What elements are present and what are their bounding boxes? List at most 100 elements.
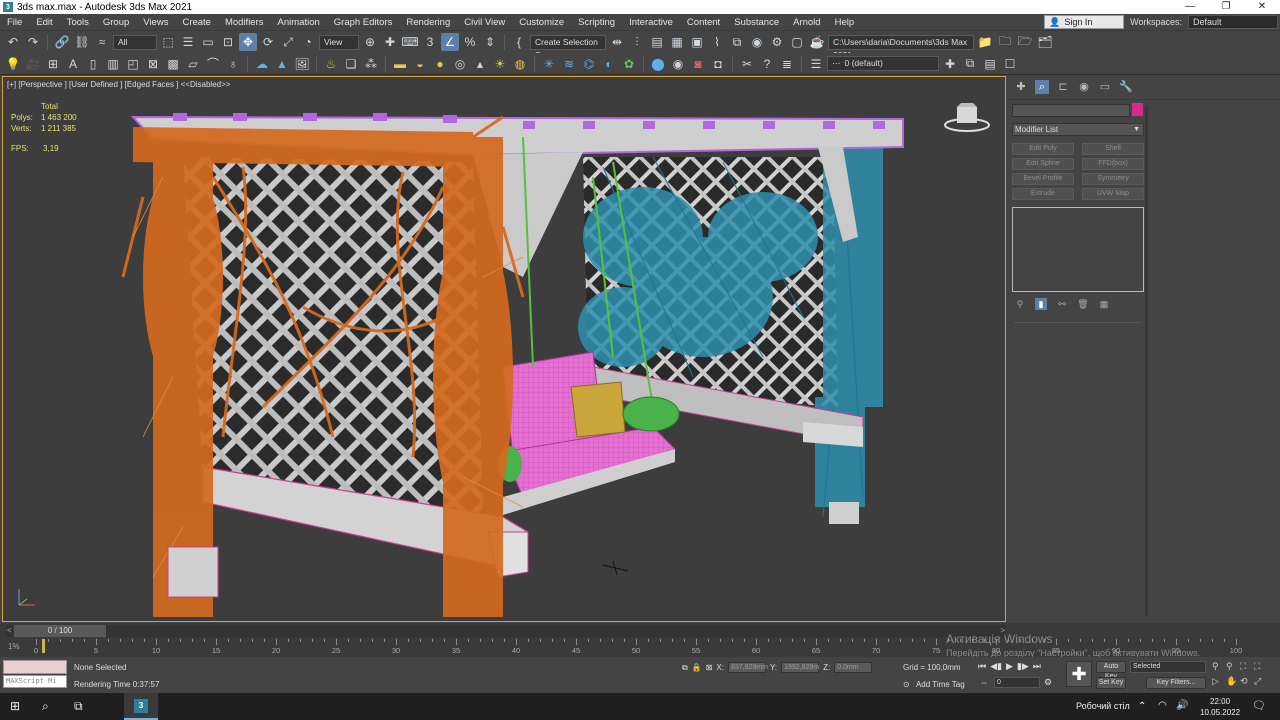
- layer-manager-icon[interactable]: ☰: [807, 55, 825, 73]
- dome-icon[interactable]: ◒: [411, 55, 429, 73]
- object-name-field[interactable]: [1012, 104, 1130, 117]
- box-icon[interactable]: ▥: [104, 55, 122, 73]
- orbit-icon[interactable]: ⟲: [1240, 676, 1254, 687]
- time-slider-prev[interactable]: <: [7, 625, 12, 637]
- render-production-icon[interactable]: ☕: [808, 33, 826, 51]
- particle-icon[interactable]: ✳: [540, 55, 558, 73]
- helper-grid-icon[interactable]: ⊞: [44, 55, 62, 73]
- network-icon[interactable]: ⌬: [580, 55, 598, 73]
- bone-icon[interactable]: ⌒: [204, 55, 222, 73]
- add-layer-icon[interactable]: ✚: [941, 55, 959, 73]
- snaps-3d-icon[interactable]: 3: [421, 33, 439, 51]
- page-icon[interactable]: ▯: [84, 55, 102, 73]
- key-filters-button[interactable]: Key Filters...: [1146, 677, 1206, 689]
- command-panel-scrollbar[interactable]: [1145, 106, 1148, 616]
- clone-icon[interactable]: ❏: [342, 55, 360, 73]
- object-color-swatch[interactable]: [1132, 103, 1143, 116]
- remove-modifier-icon[interactable]: 🗑: [1077, 298, 1089, 310]
- absolute-mode-icon[interactable]: ⊠: [706, 663, 713, 672]
- viewcube-icon[interactable]: [943, 101, 991, 133]
- menu-interactive[interactable]: Interactive: [622, 14, 680, 31]
- foliage-icon[interactable]: ✿: [620, 55, 638, 73]
- rotate-icon[interactable]: ⟳: [259, 33, 277, 51]
- image-icon[interactable]: 🖼: [293, 55, 311, 73]
- task-view-icon[interactable]: ⧉: [74, 699, 83, 714]
- help-icon[interactable]: ?: [758, 55, 776, 73]
- search-icon[interactable]: ⌕: [42, 699, 49, 714]
- teapot-icon[interactable]: ♨: [322, 55, 340, 73]
- time-configuration-icon[interactable]: ⚙: [1044, 677, 1052, 688]
- fluid-icon[interactable]: ≋: [560, 55, 578, 73]
- array-icon[interactable]: ⁂: [362, 55, 380, 73]
- layer-highlight-icon[interactable]: ☐: [1001, 55, 1019, 73]
- globe-icon[interactable]: ◐: [600, 55, 618, 73]
- menu-civil-view[interactable]: Civil View: [457, 14, 512, 31]
- sphere-icon[interactable]: ●: [431, 55, 449, 73]
- menu-rendering[interactable]: Rendering: [399, 14, 457, 31]
- create-tab-icon[interactable]: ✚: [1014, 80, 1028, 94]
- plane-icon[interactable]: ▬: [391, 55, 409, 73]
- lock-icon[interactable]: 🔒: [692, 663, 702, 672]
- menu-help[interactable]: Help: [828, 14, 862, 31]
- add-time-tag[interactable]: ⊙ Add Time Tag: [903, 680, 965, 689]
- make-unique-icon[interactable]: ⚯: [1056, 298, 1068, 310]
- unlink-icon[interactable]: ⛓: [73, 33, 91, 51]
- bind-space-warp-icon[interactable]: ≈: [93, 33, 111, 51]
- menu-views[interactable]: Views: [136, 14, 175, 31]
- chevron-up-icon[interactable]: ⌃: [1138, 701, 1146, 712]
- spinner-snap-icon[interactable]: ⇕: [481, 33, 499, 51]
- container-icon[interactable]: ▩: [164, 55, 182, 73]
- rendered-frame-window-icon[interactable]: ▢: [788, 33, 806, 51]
- play-icon[interactable]: ▶: [1006, 661, 1013, 672]
- select-manipulate-icon[interactable]: ✚: [381, 33, 399, 51]
- set-key-button[interactable]: Set Key: [1096, 677, 1126, 689]
- project-settings-icon[interactable]: 🗂: [1036, 33, 1054, 51]
- system-clock[interactable]: 22:00 10.05.2022: [1200, 696, 1240, 718]
- frame-icon[interactable]: ◰: [124, 55, 142, 73]
- maxscript-listener[interactable]: [3, 660, 67, 674]
- taskbar-app-3dsmax[interactable]: 3: [124, 693, 158, 720]
- motion-tab-icon[interactable]: ◉: [1077, 80, 1091, 94]
- place-icon[interactable]: ◔: [299, 33, 317, 51]
- render-setup-icon[interactable]: ⚙: [768, 33, 786, 51]
- pan-icon[interactable]: ✋: [1226, 676, 1240, 687]
- link-icon[interactable]: 🔗: [53, 33, 71, 51]
- key-mode-icon[interactable]: ⇔: [980, 678, 988, 687]
- percent-snap-icon[interactable]: %: [461, 33, 479, 51]
- configure-sets-icon[interactable]: ▦: [1098, 298, 1110, 310]
- window-crossing-icon[interactable]: ⊡: [219, 33, 237, 51]
- desktop-toolbar-label[interactable]: Робочий стіл: [1076, 701, 1130, 711]
- x-coordinate-field[interactable]: 837,929mm: [727, 662, 768, 673]
- layer-explorer-icon[interactable]: ▦: [668, 33, 686, 51]
- angle-snap-icon[interactable]: ∠: [441, 33, 459, 51]
- arnold-ipr-icon[interactable]: ◘: [709, 55, 727, 73]
- project-folder-icon[interactable]: 📁: [976, 33, 994, 51]
- goto-end-icon[interactable]: ⏭: [1033, 661, 1041, 672]
- layer-select[interactable]: ⋯ 0 (default): [827, 56, 939, 71]
- edit-named-selection-icon[interactable]: {: [510, 33, 528, 51]
- keyboard-shortcut-icon[interactable]: ⌨: [401, 33, 419, 51]
- cylinder-icon[interactable]: ◎: [451, 55, 469, 73]
- scene-explorer-icon[interactable]: ▤: [648, 33, 666, 51]
- schematic-view-icon[interactable]: ⧉: [728, 33, 746, 51]
- light-icon[interactable]: 💡: [4, 55, 22, 73]
- reference-coordinate-select[interactable]: View: [319, 34, 359, 50]
- text-icon[interactable]: A: [64, 55, 82, 73]
- material-editor-icon[interactable]: ◉: [748, 33, 766, 51]
- perspective-viewport[interactable]: [+] [Perspective ] [User Defined ] [Edge…: [2, 76, 1006, 622]
- extrude-button[interactable]: Extrude: [1012, 188, 1074, 200]
- menu-modifiers[interactable]: Modifiers: [218, 14, 271, 31]
- pin-stack-icon[interactable]: ⚲: [1014, 298, 1026, 310]
- script-icon[interactable]: ≣: [778, 55, 796, 73]
- undo-icon[interactable]: ↶: [4, 33, 22, 51]
- maximize-viewport-icon[interactable]: ⤢: [1254, 676, 1268, 687]
- selection-filter[interactable]: All: [113, 34, 157, 50]
- rect-selection-icon[interactable]: ▭: [199, 33, 217, 51]
- volume-icon[interactable]: 🔊: [1176, 700, 1188, 711]
- set-key-big-icon[interactable]: ✚: [1066, 661, 1092, 687]
- bevel-profile-button[interactable]: Bevel Profile: [1012, 173, 1074, 185]
- open-folder-icon[interactable]: 🗀: [996, 33, 1014, 51]
- close-button[interactable]: ✕: [1244, 0, 1280, 14]
- mirror-icon[interactable]: ⇹: [608, 33, 626, 51]
- z-coordinate-field[interactable]: 0,0mm: [834, 662, 873, 673]
